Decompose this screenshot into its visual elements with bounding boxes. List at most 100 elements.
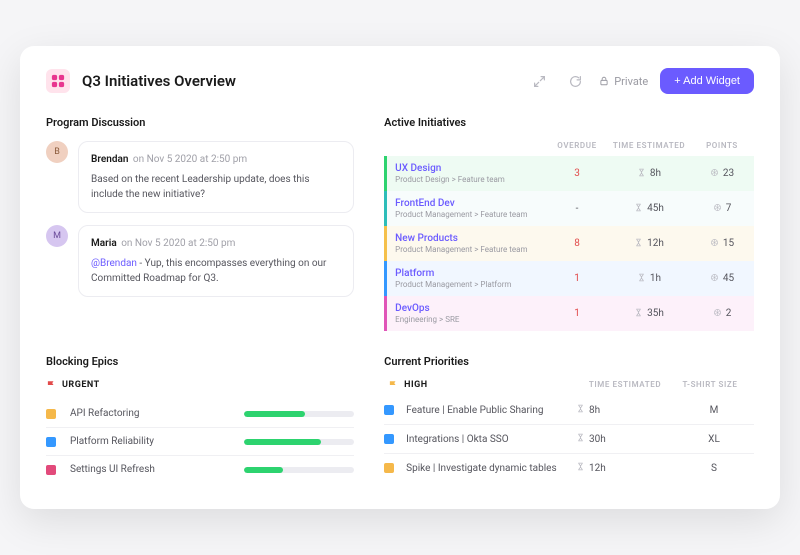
initiative-crumb: Product Management > Feature team [395,245,550,254]
time-estimated: 8h [576,404,666,416]
points: 2 [694,308,750,320]
color-swatch [46,465,56,475]
tshirt-size: M [674,405,754,416]
hourglass-icon [634,203,643,215]
comment-meta: on Nov 5 2020 at 2:50 pm [121,238,235,249]
expand-button[interactable] [527,69,551,93]
initiative-name: New Products [395,233,550,244]
time-estimated: 1h [604,273,694,285]
panel-title: Program Discussion [46,116,354,129]
hourglass-icon [576,462,585,474]
wheel-icon [713,308,722,320]
color-swatch [384,434,394,444]
initiative-crumb: Product Management > Platform [395,280,550,289]
panel-title: Blocking Epics [46,355,354,368]
comment-body: Based on the recent Leadership update, d… [91,172,341,202]
lock-icon [599,76,609,86]
panel-discussion: Program Discussion B Brendan on Nov 5 20… [46,116,354,331]
initiative-crumb: Engineering > SRE [395,315,550,324]
priority-flag: HIGH [388,380,580,390]
list-item[interactable]: Spike | Investigate dynamic tables 12h S [384,454,754,482]
table-row[interactable]: New ProductsProduct Management > Feature… [384,226,754,261]
panel-priorities: Current Priorities HIGH TIME ESTIMATED T… [384,355,754,483]
hourglass-icon [634,238,643,250]
time-estimated: 12h [576,462,666,474]
initiative-name: Platform [395,268,550,279]
dashboard-card: Q3 Initiatives Overview Private + Add Wi… [20,46,780,509]
add-widget-button[interactable]: + Add Widget [660,68,754,94]
priority-name: Integrations | Okta SSO [406,434,568,445]
panel-epics: Blocking Epics URGENT API Refactoring Pla… [46,355,354,483]
initiative-name: DevOps [395,303,550,314]
table-header: HIGH TIME ESTIMATED T-SHIRT SIZE [384,380,754,396]
overdue-count: 3 [550,168,604,179]
comment-bubble: Maria on Nov 5 2020 at 2:50 pm @Brendan … [78,225,354,297]
color-swatch [384,405,394,415]
tshirt-size: XL [674,434,754,445]
progress-bar [244,439,354,445]
time-estimated: 8h [604,168,694,180]
comment: M Maria on Nov 5 2020 at 2:50 pm @Brenda… [46,225,354,297]
overdue-count: 1 [550,273,604,284]
priority-flag: URGENT [46,380,354,390]
list-item[interactable]: Integrations | Okta SSO 30h XL [384,425,754,454]
hourglass-icon [637,273,646,285]
initiative-name: UX Design [395,163,550,174]
hourglass-icon [637,168,646,180]
comment: B Brendan on Nov 5 2020 at 2:50 pm Based… [46,141,354,213]
time-estimated: 30h [576,433,666,445]
avatar: B [46,141,68,163]
list-item[interactable]: API Refactoring [46,400,354,428]
comment-meta: on Nov 5 2020 at 2:50 pm [133,154,247,165]
refresh-button[interactable] [563,69,587,93]
avatar: M [46,225,68,247]
color-swatch [46,437,56,447]
overdue-count: 1 [550,308,604,319]
col-time: TIME ESTIMATED [604,141,694,150]
col-size: T-SHIRT SIZE [670,380,750,390]
table-row[interactable]: FrontEnd DevProduct Management > Feature… [384,191,754,226]
color-swatch [46,409,56,419]
progress-bar [244,411,354,417]
table-row[interactable]: UX DesignProduct Design > Feature team38… [384,156,754,191]
col-overdue: OVERDUE [550,141,604,150]
col-points: POINTS [694,141,750,150]
refresh-icon [569,75,582,88]
epic-name: Platform Reliability [70,436,234,447]
progress-bar [244,467,354,473]
expand-icon [533,75,546,88]
privacy-indicator[interactable]: Private [599,75,648,88]
initiative-name: FrontEnd Dev [395,198,550,209]
panel-title: Current Priorities [384,355,754,368]
col-time: TIME ESTIMATED [580,380,670,390]
panel-initiatives: Active Initiatives OVERDUE TIME ESTIMATE… [384,116,754,331]
table-row[interactable]: PlatformProduct Management > Platform11h… [384,261,754,296]
header: Q3 Initiatives Overview Private + Add Wi… [46,68,754,94]
initiative-crumb: Product Management > Feature team [395,210,550,219]
overdue-count: 8 [550,238,604,249]
list-item[interactable]: Settings UI Refresh [46,456,354,483]
color-swatch [384,463,394,473]
privacy-label: Private [614,75,648,88]
points: 23 [694,168,750,180]
points: 7 [694,203,750,215]
list-item[interactable]: Feature | Enable Public Sharing8hM [384,396,754,425]
points: 45 [694,273,750,285]
wheel-icon [713,203,722,215]
list-item[interactable]: Platform Reliability [46,428,354,456]
mention[interactable]: @Brendan [91,258,137,269]
table-row[interactable]: DevOpsEngineering > SRE135h2 [384,296,754,331]
priority-name: Spike | Investigate dynamic tables [406,463,568,474]
wheel-icon [710,168,719,180]
tshirt-size: S [674,463,754,474]
hourglass-icon [634,308,643,320]
flag-icon [388,380,398,390]
panel-title: Active Initiatives [384,116,754,129]
initiative-crumb: Product Design > Feature team [395,175,550,184]
wheel-icon [710,238,719,250]
table-header: OVERDUE TIME ESTIMATED POINTS [384,141,754,156]
hourglass-icon [576,404,585,416]
grid-icon [46,69,70,93]
page-title: Q3 Initiatives Overview [82,72,515,90]
time-estimated: 12h [604,238,694,250]
